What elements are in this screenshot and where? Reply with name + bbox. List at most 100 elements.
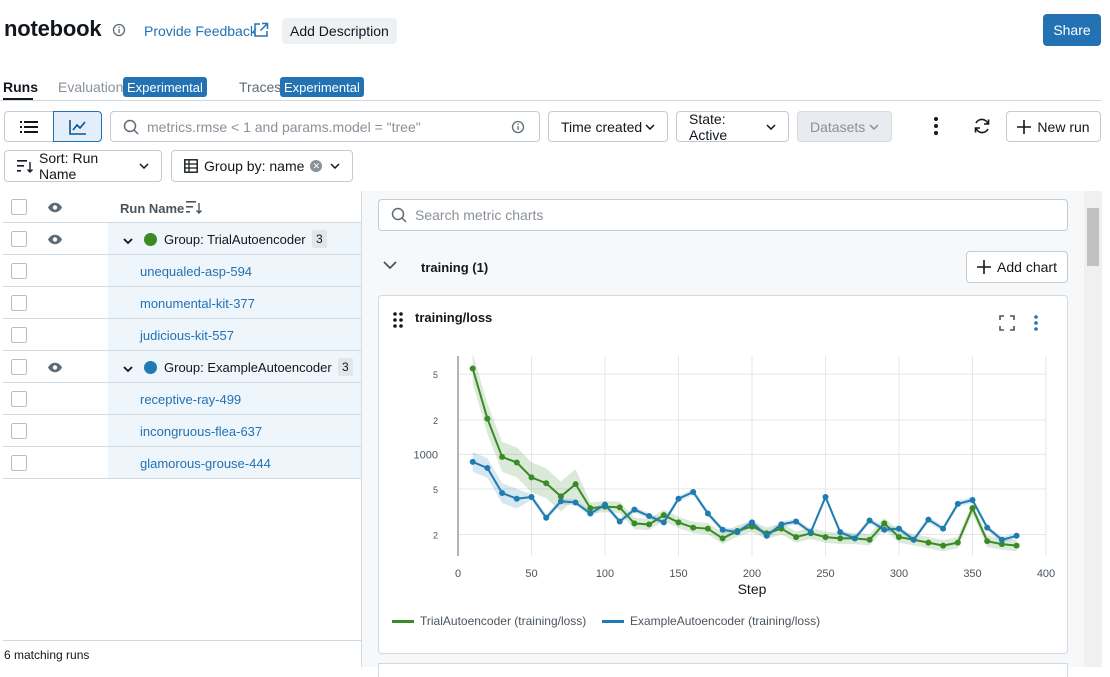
chevron-down-icon[interactable] <box>383 261 397 269</box>
data-point <box>881 526 888 533</box>
add-description-button[interactable]: Add Description <box>282 18 397 44</box>
run-name-link[interactable]: monumental-kit-377 <box>140 296 255 311</box>
data-point <box>690 488 697 495</box>
data-point <box>499 453 506 460</box>
data-point <box>925 539 932 546</box>
tab-traces[interactable]: Traces <box>239 79 281 95</box>
legend-label: ExampleAutoencoder (training/loss) <box>630 614 821 628</box>
data-point <box>675 495 682 502</box>
tab-runs[interactable]: Runs <box>3 79 38 95</box>
run-name-link[interactable]: judicious-kit-557 <box>140 328 234 343</box>
sort-icon <box>17 159 33 173</box>
table-row[interactable]: judicious-kit-557 <box>3 319 362 351</box>
select-all-checkbox[interactable] <box>11 199 27 215</box>
y-tick-label: 1000 <box>414 449 438 461</box>
run-name-link[interactable]: receptive-ray-499 <box>140 392 241 407</box>
clear-group-icon[interactable]: ✕ <box>310 160 323 172</box>
page-title: notebook <box>4 16 102 41</box>
y-tick-label: 5 <box>433 485 438 495</box>
data-point <box>484 465 491 472</box>
add-chart-button[interactable]: Add chart <box>966 251 1068 283</box>
runs-search-input[interactable]: metrics.rmse < 1 and params.model = "tre… <box>110 111 540 142</box>
legend-swatch <box>602 619 624 623</box>
metric-chart-search-input[interactable]: Search metric charts <box>378 199 1068 231</box>
chart-title: training/loss <box>415 310 493 325</box>
data-point <box>793 534 800 541</box>
plus-icon <box>977 260 992 274</box>
more-options-icon[interactable] <box>934 117 938 135</box>
data-point <box>616 518 623 525</box>
chevron-down-icon <box>330 163 340 169</box>
run-name-link[interactable]: incongruous-flea-637 <box>140 424 262 439</box>
legend-item-example[interactable]: ExampleAutoencoder (training/loss) <box>602 614 820 628</box>
sort-dropdown[interactable]: Sort: Run Name <box>4 150 162 182</box>
datasets-label: Datasets <box>810 118 866 135</box>
group-row[interactable]: Group: ExampleAutoencoder 3 <box>3 351 362 383</box>
row-checkbox[interactable] <box>11 391 27 407</box>
data-point <box>807 529 814 536</box>
data-point <box>646 521 653 528</box>
data-point <box>940 525 947 532</box>
x-axis-label: Step <box>738 581 767 597</box>
y-tick-label: 2 <box>433 416 438 426</box>
info-icon[interactable] <box>511 120 525 134</box>
eye-icon[interactable] <box>47 361 63 376</box>
row-checkbox[interactable] <box>11 455 27 471</box>
chevron-down-icon[interactable] <box>123 233 133 248</box>
sort-icon[interactable] <box>186 200 202 214</box>
run-name-link[interactable]: glamorous-grouse-444 <box>140 456 271 471</box>
legend-item-trial[interactable]: TrialAutoencoder (training/loss) <box>392 614 586 628</box>
info-icon[interactable] <box>112 23 126 37</box>
provide-feedback-link[interactable]: Provide Feedback <box>144 23 257 39</box>
group-by-dropdown[interactable]: Group by: name ✕ <box>171 150 353 182</box>
drag-handle-icon[interactable] <box>393 312 403 328</box>
refresh-icon[interactable] <box>972 116 992 136</box>
x-tick-label: 400 <box>1037 568 1055 580</box>
row-checkbox[interactable] <box>11 231 27 247</box>
new-run-button[interactable]: New run <box>1006 111 1101 142</box>
time-created-dropdown[interactable]: Time created <box>548 111 668 142</box>
external-link-icon[interactable] <box>253 22 269 38</box>
list-view-toggle[interactable] <box>4 111 54 142</box>
plus-icon <box>1017 119 1032 134</box>
table-row[interactable]: unequaled-asp-594 <box>3 255 362 287</box>
sort-label: Sort: Run Name <box>39 150 99 182</box>
data-point <box>763 532 770 539</box>
data-point <box>851 535 858 542</box>
row-checkbox[interactable] <box>11 327 27 343</box>
data-point <box>734 529 741 536</box>
row-checkbox[interactable] <box>11 295 27 311</box>
row-checkbox[interactable] <box>11 423 27 439</box>
datasets-dropdown[interactable]: Datasets <box>797 111 892 142</box>
data-point <box>631 520 638 527</box>
scrollbar-thumb[interactable] <box>1087 208 1099 266</box>
data-point <box>940 542 947 549</box>
x-tick-label: 200 <box>743 568 761 580</box>
run-name-link[interactable]: unequaled-asp-594 <box>140 264 252 279</box>
row-checkbox[interactable] <box>11 263 27 279</box>
fullscreen-icon[interactable] <box>999 315 1015 331</box>
legend-swatch <box>392 619 414 623</box>
group-row[interactable]: Group: TrialAutoencoder 3 <box>3 223 362 255</box>
section-title: training (1) <box>421 260 489 275</box>
table-row[interactable]: receptive-ray-499 <box>3 383 362 415</box>
chart-options-icon[interactable] <box>1034 315 1038 331</box>
table-row[interactable]: incongruous-flea-637 <box>3 415 362 447</box>
data-point <box>1013 532 1020 539</box>
share-button[interactable]: Share <box>1043 14 1101 46</box>
chevron-down-icon[interactable] <box>123 361 133 376</box>
row-checkbox[interactable] <box>11 359 27 375</box>
tab-evaluation[interactable]: Evaluation <box>58 79 123 95</box>
state-dropdown[interactable]: State: Active <box>676 111 789 143</box>
tabs-divider <box>0 100 1102 101</box>
experimental-badge: Experimental <box>123 77 207 97</box>
chart-view-toggle[interactable] <box>53 111 102 142</box>
run-name-header[interactable]: Run Name <box>120 201 184 216</box>
data-point <box>837 535 844 542</box>
table-row[interactable]: glamorous-grouse-444 <box>3 447 362 479</box>
x-tick-label: 250 <box>816 568 834 580</box>
matching-runs-count: 6 matching runs <box>4 648 90 662</box>
eye-icon[interactable] <box>47 233 63 248</box>
table-row[interactable]: monumental-kit-377 <box>3 287 362 319</box>
eye-icon[interactable] <box>47 201 63 216</box>
